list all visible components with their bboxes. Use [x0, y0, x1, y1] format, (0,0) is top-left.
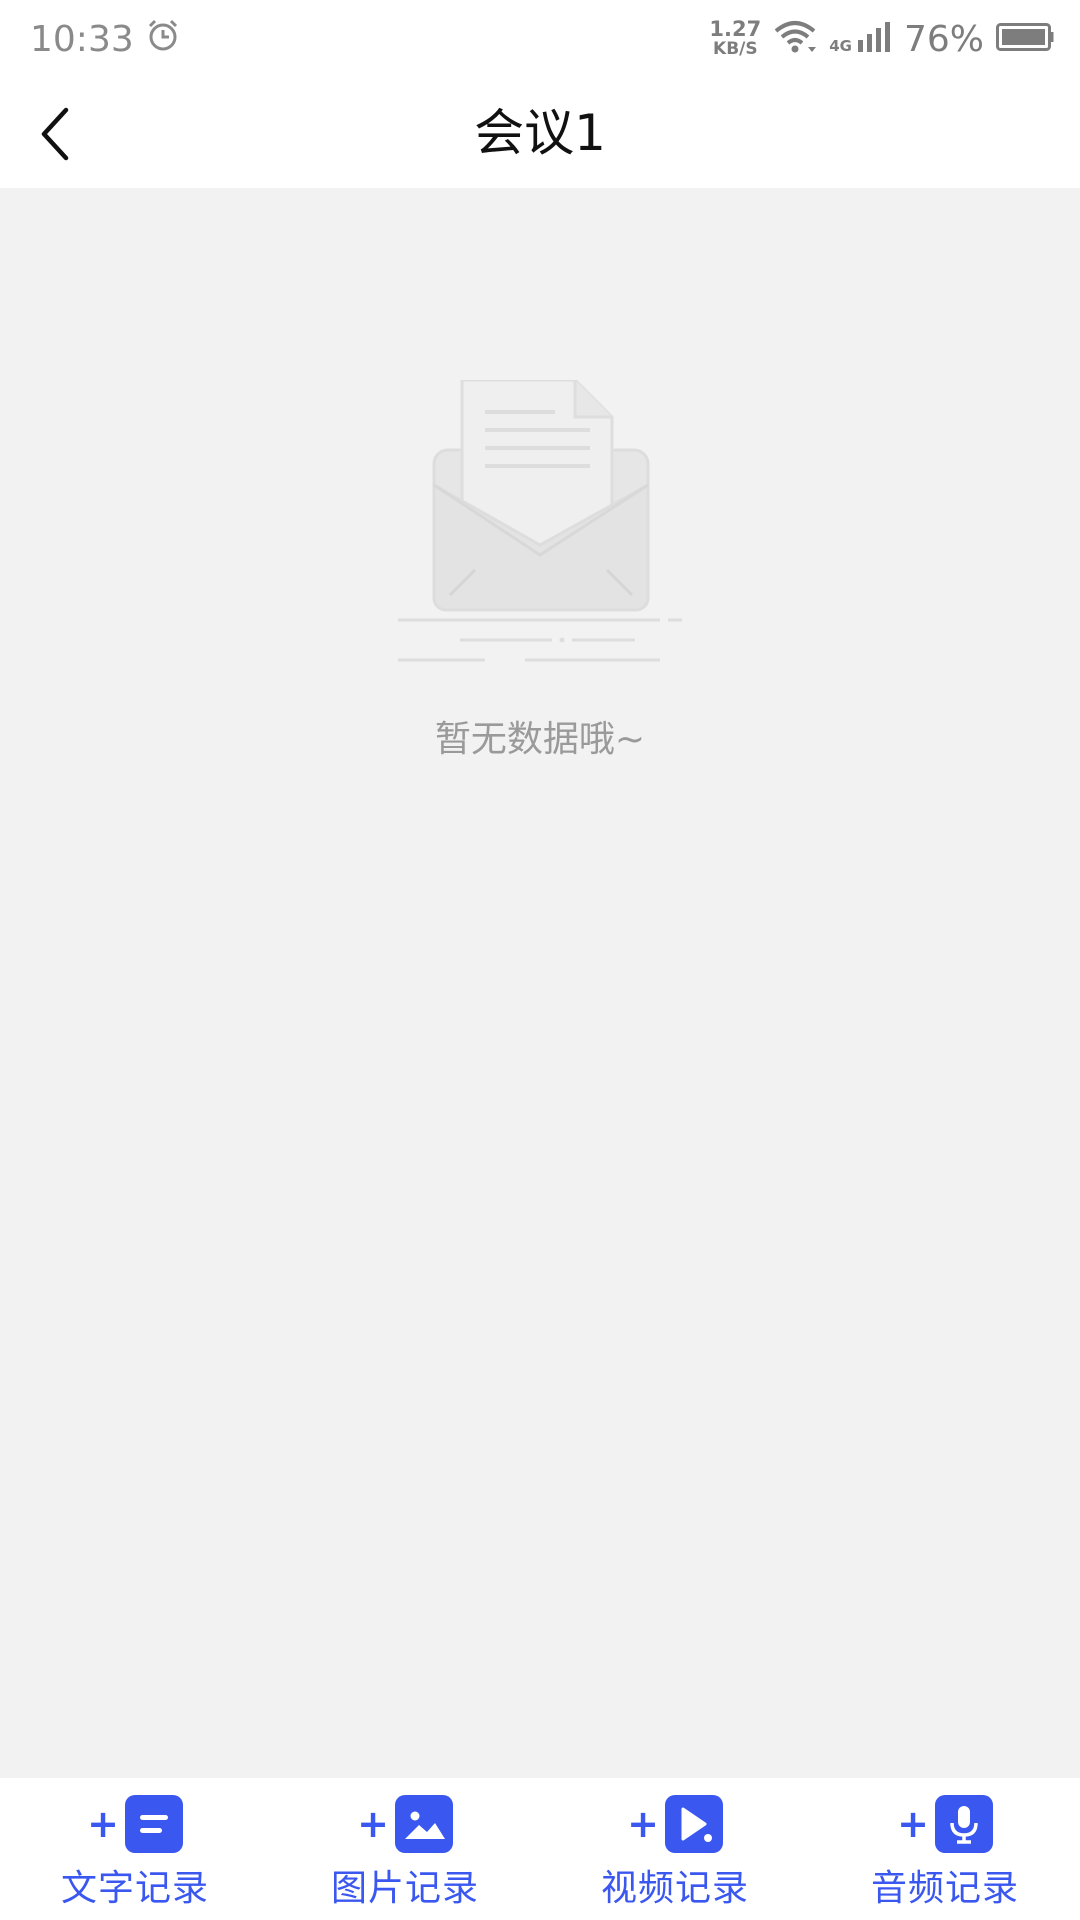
image-record-label: 图片记录: [330, 1868, 479, 1909]
audio-record-icon: [934, 1795, 993, 1853]
plus-icon: +: [897, 1802, 929, 1846]
status-bar: 10:33 1.27 KB/S 4G 76%: [0, 0, 1080, 78]
plus-icon: +: [87, 1802, 119, 1846]
bottom-toolbar: + 文字记录 + 图片记录 + 视频记录 + 音频记录: [0, 1778, 1080, 1920]
network-type: 4G: [829, 36, 852, 55]
image-record-button[interactable]: + 图片记录: [270, 1778, 540, 1920]
audio-record-button[interactable]: + 音频记录: [810, 1778, 1080, 1920]
wifi-icon: [773, 19, 817, 59]
status-time: 10:33: [30, 18, 134, 60]
network-speed-unit: KB/S: [713, 39, 758, 59]
battery-icon: [996, 21, 1054, 57]
image-record-icon-row: +: [357, 1795, 453, 1853]
status-right: 1.27 KB/S 4G 76%: [709, 19, 1054, 60]
alarm-clock-icon: [146, 18, 180, 61]
text-record-button[interactable]: + 文字记录: [0, 1778, 270, 1920]
video-record-icon-row: +: [627, 1795, 723, 1853]
screen: 10:33 1.27 KB/S 4G 76% 会议1 暂无数据哦~ + 文字记录…: [0, 0, 1080, 1920]
network-speed: 1.27 KB/S: [709, 17, 762, 60]
video-record-icon: [664, 1795, 723, 1853]
empty-envelope-icon: [398, 380, 682, 662]
plus-icon: +: [357, 1802, 389, 1846]
empty-state-message: 暂无数据哦~: [434, 719, 646, 760]
text-record-label: 文字记录: [60, 1868, 209, 1909]
page-title: 会议1: [474, 104, 606, 162]
text-record-icon: [124, 1795, 183, 1853]
battery-percent: 76%: [903, 18, 984, 60]
plus-icon: +: [627, 1802, 659, 1846]
audio-record-label: 音频记录: [870, 1868, 1019, 1909]
title-bar: 会议1: [0, 78, 1080, 188]
image-record-icon: [394, 1795, 453, 1853]
status-left: 10:33: [30, 18, 180, 61]
audio-record-icon-row: +: [897, 1795, 993, 1853]
text-record-icon-row: +: [87, 1795, 183, 1853]
video-record-button[interactable]: + 视频记录: [540, 1778, 810, 1920]
cell-signal-icon: [856, 20, 892, 58]
network-speed-value: 1.27: [709, 17, 762, 41]
video-record-label: 视频记录: [600, 1868, 749, 1909]
